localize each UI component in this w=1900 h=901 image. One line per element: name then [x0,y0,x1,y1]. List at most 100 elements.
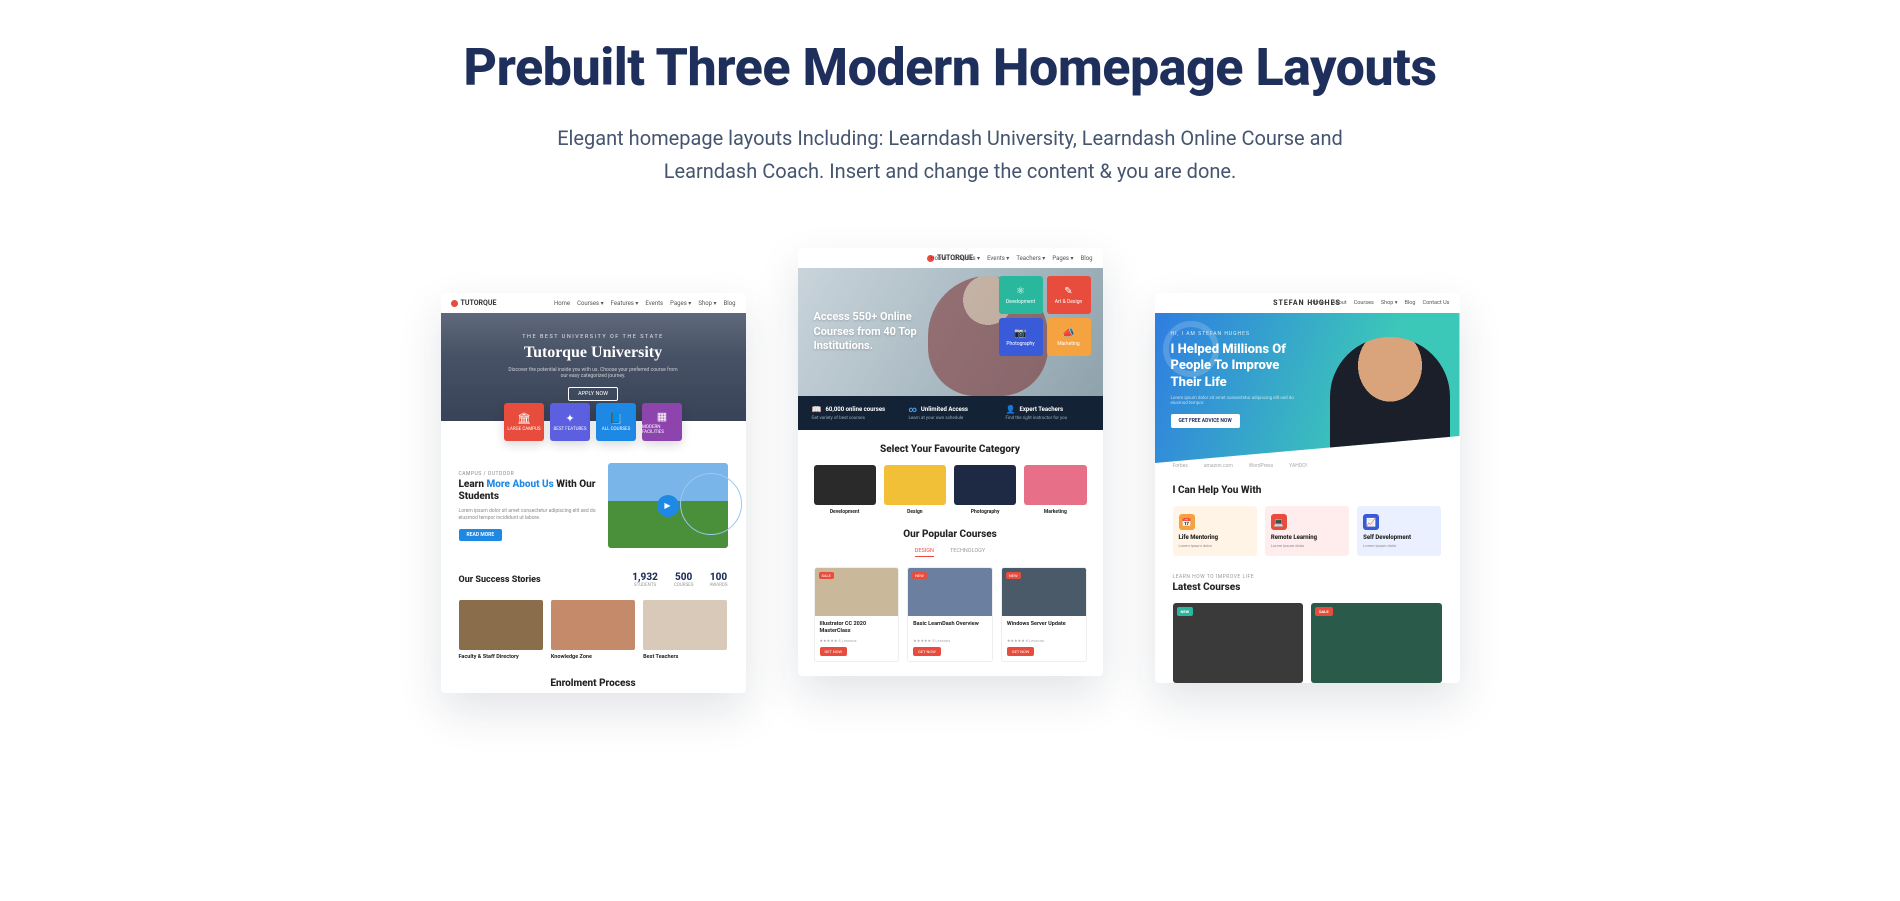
person-card[interactable]: Best Teachers [643,600,727,660]
person-photo [551,600,635,650]
play-icon[interactable]: ▶ [657,495,679,517]
category-quad[interactable]: ✎ Art & Design [1047,276,1091,314]
read-more-button[interactable]: READ MORE [459,529,503,541]
tile-icon: ▦ [657,410,667,423]
category-quads: ⚛Development ✎ Art & Design 📷Photography📣Ma… [999,276,1091,356]
category-quad[interactable]: 📷Photography [999,318,1043,356]
nav-item[interactable]: Forbes [1173,463,1188,469]
quad-icon: 📣 [1062,328,1074,339]
stats-row: 1,932STUDENTS500COURSES100AWARDS [632,572,727,588]
nav-item[interactable]: Home [1310,300,1325,306]
nav-item[interactable]: Pages ▾ [1052,255,1073,262]
tab[interactable]: DESIGN [915,548,934,557]
nav-item[interactable]: Teachers ▾ [1016,255,1045,262]
nav-item[interactable]: Pages ▾ [670,300,691,307]
nav-item[interactable]: Blog [1081,255,1093,262]
people-row: Faculty & Staff Directory Knowledge ZoneB… [459,600,728,660]
about-section: CAMPUS / OUTDOOR Learn More About Us Wit… [441,441,746,562]
stat: 500COURSES [674,572,694,588]
topbar: TUTORQUE HomeCourses ▾Features ▾EventsPa… [441,293,746,313]
nav: Home Courses ▾ Features ▾ Events Pages ▾ Shop… [554,300,736,307]
band-item: 👤Expert TeachersFind the right instructo… [1006,405,1089,421]
enroll-button[interactable]: GET NOW [913,647,941,656]
latest-card[interactable]: NEW [1173,603,1304,683]
apply-button[interactable]: APPLY NOW [568,387,618,401]
nav-item[interactable]: Courses [1354,300,1374,306]
nav-item[interactable]: Features ▾ [611,300,639,307]
category-quad[interactable]: 📣Marketing [1047,318,1091,356]
help-card[interactable]: 💻 Remote Learning Lorem ipsum dolor [1265,506,1349,556]
page-subtitle: Elegant homepage layouts Including: Lear… [540,122,1360,188]
categories-row: DevelopmentDesignPhotographyMarketing [814,465,1087,515]
quad-label: Development [1006,299,1035,305]
band-icon: 📖 [812,405,822,414]
latest-badge: NEW [1177,607,1194,616]
nav-item[interactable]: Blog [724,300,736,307]
quad-label: Art & Design [1055,299,1083,305]
nav-item[interactable]: Blog [1405,300,1416,306]
help-icon: 📅 [1179,514,1195,530]
nav-item[interactable]: Home [554,300,570,307]
hero-title: Tutorque University [524,344,662,362]
stat: 1,932STUDENTS [632,572,658,588]
layout-card-university[interactable]: TUTORQUE HomeCourses ▾Features ▾EventsPa… [441,293,746,693]
feature-tile[interactable]: ▦ MODERN FACILITIES [642,403,682,441]
brand-logos: Forbes amazon.com WordPress YAHOO! [1155,463,1460,475]
about-eyebrow: CAMPUS / OUTDOOR [459,471,598,477]
tile-label: BEST FEATURES [553,427,586,432]
person-card[interactable]: Knowledge Zone [551,600,635,660]
latest-eyebrow: LEARN HOW TO IMPROVE LIFE [1173,574,1442,580]
help-card[interactable]: 📈 Self Development Lorem ipsum dolor [1357,506,1441,556]
help-card[interactable]: 📅 Life Mentoring Lorem ipsum dolor [1173,506,1257,556]
category-card[interactable]: Design [884,465,946,515]
layout-cards-row: TUTORQUE HomeCourses ▾Features ▾EventsPa… [350,248,1550,693]
nav-item[interactable]: About [1332,300,1347,306]
course-card[interactable]: SALE Illustrator CC 2020 MasterClass ★★★… [814,567,900,662]
category-image [1024,465,1086,505]
category-quad[interactable]: ⚛Development [999,276,1043,314]
advice-button[interactable]: GET FREE ADVICE NOW [1171,414,1240,428]
nav-item[interactable]: amazon.com [1204,463,1233,469]
nav-item[interactable]: Home [930,255,946,262]
latest-card[interactable]: SALE [1311,603,1442,683]
category-image [954,465,1016,505]
tabs[interactable]: DESIGN TECHNOLOGY [814,548,1087,557]
layout-card-coach[interactable]: STEFAN HUGHES HomeAboutCoursesShop ▾Blog… [1155,293,1460,683]
feature-tile[interactable]: 🏛LARGE CAMPUS [504,403,544,441]
nav-item[interactable]: Events ▾ [987,255,1009,262]
enroll-button[interactable]: GET NOW [1007,647,1035,656]
nav-item[interactable]: Shop ▾ [698,300,716,307]
layout-card-courses[interactable]: TUTORQUE HomeCourses ▾Events ▾Teachers ▾… [798,248,1103,676]
nav-item[interactable]: Shop ▾ [1381,300,1398,306]
quad-icon: ✎ [1064,286,1072,297]
feature-tile[interactable]: 📘ALL COURSES [596,403,636,441]
nav-item[interactable]: Courses ▾ [954,255,981,262]
nav-item[interactable]: Courses ▾ [577,300,604,307]
tile-label: LARGE CAMPUS [507,427,540,432]
tab[interactable]: TECHNOLOGY [950,548,985,557]
course-title: Windows Server Update [1007,621,1081,635]
category-card[interactable]: Photography [954,465,1016,515]
course-card[interactable]: NEW Basic LearnDash Overview ★★★★★ 5 Les… [907,567,993,662]
nav-item[interactable]: Contact Us [1423,300,1450,306]
feature-tile[interactable]: ✦BEST FEATURES [550,403,590,441]
person-card[interactable]: Faculty & Staff Directory [459,600,543,660]
enroll-button[interactable]: GET NOW [820,647,848,656]
nav-item[interactable]: YAHOO! [1289,463,1307,469]
person-caption: Faculty & Staff Directory [459,654,543,660]
topbar: STEFAN HUGHES HomeAboutCoursesShop ▾Blog… [1155,293,1460,313]
hero-title: Access 550+ Online Courses from 40 Top I… [814,310,924,355]
nav-item[interactable]: Events [645,300,663,307]
tile-label: MODERN FACILITIES [642,425,682,435]
page-heading: Prebuilt Three Modern Homepage Layouts [350,35,1550,100]
course-meta: ★★★★★ 8 Lessons [820,638,894,643]
course-card[interactable]: NEW Windows Server Update ★★★★★ 6 Lesson… [1001,567,1087,662]
info-band: 📖60,000 online coursesGet variety of bes… [798,396,1103,430]
nav: Home About Courses Shop ▾ Blog Contact Us [1310,300,1449,306]
category-card[interactable]: Marketing [1024,465,1086,515]
help-icon: 📈 [1363,514,1379,530]
about-title: Learn More About Us With Our Students [459,479,598,504]
help-card-title: Remote Learning [1271,534,1343,541]
category-card[interactable]: Development [814,465,876,515]
nav-item[interactable]: WordPress [1249,463,1273,469]
